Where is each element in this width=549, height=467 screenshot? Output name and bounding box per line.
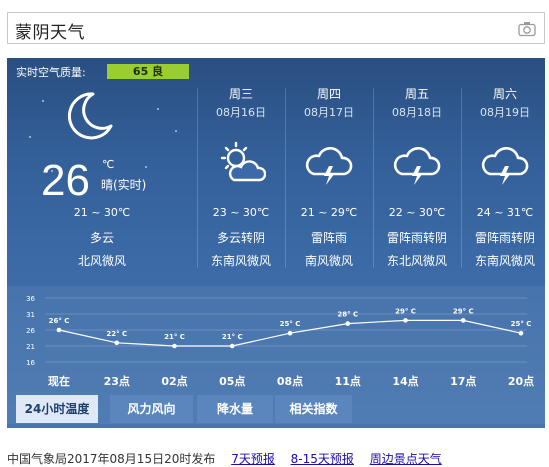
forecast-day-thu[interactable]: 周四 08月17日 21 ~ 29℃ 雷阵雨 南风微风 [285,78,373,273]
temperature-point [172,343,177,349]
day-temp-range: 23 ~ 30℃ [212,206,270,219]
publish-info: 中国气象局2017年08月15日20时发布 [7,452,216,466]
day-name: 周六 [492,87,517,101]
hourly-temperature-chart: 36 31 26 21 16 26° C 22° C 21° C 21° C 25° C 28° C… [26,295,534,388]
day-condition: 雷阵雨转阴 [386,231,447,245]
day-temp-range: 24 ~ 31℃ [476,206,534,219]
temperature-unit: ℃ [102,158,115,171]
day-temp-range: 22 ~ 30℃ [388,206,446,219]
chart-tabs: 24小时温度 风力风向 降水量 相关指数 [7,395,545,423]
day-name: 周五 [404,87,429,101]
tab-precipitation[interactable]: 降水量 [197,395,273,423]
temperature-point [460,318,466,323]
day-name: 周三 [228,87,253,101]
y-tick-label: 36 [26,295,35,303]
y-tick-label: 21 [26,343,35,351]
temperature-data-label: 25° C [511,320,532,328]
today-temp-range: 21 ~ 30℃ [73,206,131,219]
day-name: 周四 [316,87,341,101]
today-condition: 多云 [89,231,114,245]
day-condition: 雷阵雨 [310,231,347,245]
x-tick-label: 23点 [104,374,130,388]
temperature-data-label: 29° C [395,307,416,315]
temperature-data-label: 21° C [164,333,185,341]
current-condition: 晴(实时) [101,178,147,192]
crescent-moon-icon [68,92,113,140]
link-7-day-forecast[interactable]: 7天预报 [231,452,275,466]
temperature-point [56,327,62,333]
x-tick-label: 14点 [392,374,418,388]
day-date: 08月19日 [480,106,530,119]
x-tick-label: 20点 [508,374,534,388]
day-date: 08月18日 [392,106,442,119]
x-tick-label: 08点 [277,374,303,388]
day-wind: 东南风微风 [474,254,535,268]
footer: 中国气象局2017年08月15日20时发布 7天预报 8-15天预报 周边景点天… [7,450,442,467]
link-nearby-attractions-weather[interactable]: 周边景点天气 [370,452,442,466]
weather-card: 实时空气质量: 65 良 26 ℃ 晴(实时) 21 ~ 30℃ 多云 北风微风… [7,58,545,428]
temperature-data-label: 21° C [222,333,243,341]
tab-24h-temperature[interactable]: 24小时温度 [16,395,98,423]
temperature-point [229,343,235,349]
temperature-point [403,318,408,323]
forecast-day-fri[interactable]: 周五 08月18日 22 ~ 30℃ 雷阵雨转阴 东北风微风 [373,78,461,273]
tab-wind[interactable]: 风力风向 [110,395,193,423]
search-input[interactable]: 蒙阴天气 [15,18,85,43]
day-wind: 南风微风 [304,254,353,268]
temperature-data-label: 25° C [280,320,301,328]
day-wind: 东南风微风 [210,254,271,268]
temperature-data-label: 29° C [453,307,474,315]
partly-cloudy-icon [220,141,266,182]
forecast-day-wed[interactable]: 周三 08月16日 23 ~ 30℃ 多云转阴 东南风微风 [197,78,285,273]
temperature-data-label: 26° C [49,317,70,325]
thunderstorm-icon [305,146,353,185]
temperature-data-label: 22° C [106,330,127,338]
thunderstorm-icon [481,146,529,185]
today-wind: 北风微风 [77,254,126,268]
day-condition: 多云转阴 [216,231,265,245]
tab-indices[interactable]: 相关指数 [275,395,352,423]
day-date: 08月16日 [216,106,266,119]
temperature-point [287,330,293,336]
day-date: 08月17日 [304,106,354,119]
air-quality-badge[interactable]: 65 良 [107,64,189,79]
x-tick-label: 现在 [48,374,70,388]
y-tick-label: 26 [26,327,35,335]
x-tick-label: 05点 [219,374,245,388]
camera-icon[interactable] [518,21,536,37]
y-tick-label: 31 [26,311,35,319]
day-condition: 雷阵雨转阴 [474,231,535,245]
temperature-data-label: 28° C [337,311,358,319]
y-tick-label: 16 [26,359,35,367]
day-temp-range: 21 ~ 29℃ [300,206,358,219]
temperature-point [114,340,120,346]
x-tick-label: 02点 [161,374,187,388]
search-box[interactable]: 蒙阴天气 [7,12,545,44]
x-tick-label: 17点 [450,374,476,388]
temperature-point [345,321,351,326]
temperature-point [518,330,524,336]
today-panel: 26 ℃ 晴(实时) 21 ~ 30℃ 多云 北风微风 [7,78,197,273]
thunderstorm-icon [393,146,441,185]
forecast-day-sat[interactable]: 周六 08月19日 24 ~ 31℃ 雷阵雨转阴 东南风微风 [461,78,545,273]
x-tick-label: 11点 [335,374,361,388]
current-temperature: 26 [41,156,90,205]
link-8-15-day-forecast[interactable]: 8-15天预报 [291,452,354,466]
day-wind: 东北风微风 [386,254,447,268]
